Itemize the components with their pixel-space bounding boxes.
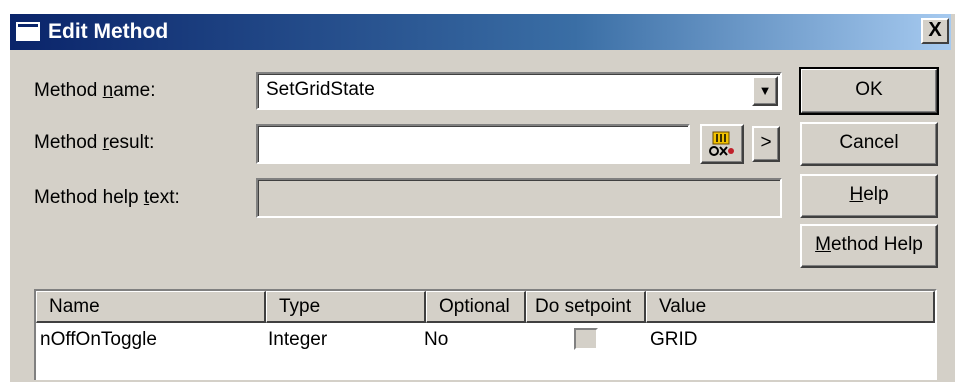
method-help-label: Method Help <box>815 234 923 255</box>
do-setpoint-checkbox[interactable] <box>574 328 598 350</box>
parameters-table[interactable]: Name Type Optional Do setpoint Value nOf… <box>34 289 937 380</box>
window-icon <box>16 22 40 41</box>
cancel-label: Cancel <box>839 132 899 153</box>
method-name-value: SetGridState <box>266 79 375 100</box>
column-header-name[interactable]: Name <box>36 291 266 323</box>
cell-name: nOffOnToggle <box>40 329 157 350</box>
arrow-right-icon: > <box>760 132 772 153</box>
chevron-down-icon: ▼ <box>758 83 772 98</box>
cell-type: Integer <box>268 329 328 350</box>
expression-builder-button[interactable] <box>700 124 744 164</box>
expression-builder-icon <box>709 131 734 156</box>
result-arrow-button[interactable]: > <box>752 126 780 162</box>
cancel-button[interactable]: Cancel <box>800 122 938 166</box>
help-button[interactable]: Help <box>800 174 938 218</box>
cell-value: GRID <box>650 329 698 350</box>
method-help-text-input[interactable] <box>256 178 782 218</box>
column-header-optional[interactable]: Optional <box>426 291 526 323</box>
help-label: Help <box>849 184 889 205</box>
method-result-label: Method result: <box>34 132 155 153</box>
column-header-value[interactable]: Value <box>646 291 935 323</box>
method-help-button[interactable]: Method Help <box>800 224 938 268</box>
method-name-dropdown-button[interactable]: ▼ <box>752 76 778 106</box>
method-name-label: Method name: <box>34 80 156 101</box>
ok-label: OK <box>855 79 883 100</box>
column-header-do-setpoint[interactable]: Do setpoint <box>526 291 646 323</box>
column-header-type[interactable]: Type <box>266 291 426 323</box>
table-row[interactable]: nOffOnToggle Integer No GRID <box>36 325 935 355</box>
title-bar[interactable]: Edit Method <box>10 14 951 50</box>
ok-button[interactable]: OK <box>799 67 939 115</box>
cell-optional: No <box>424 329 449 350</box>
method-help-text-label: Method help text: <box>34 187 180 208</box>
window-title: Edit Method <box>48 20 169 43</box>
method-name-combobox[interactable]: SetGridState ▼ <box>256 72 782 110</box>
close-icon: X <box>928 19 942 41</box>
close-button[interactable]: X <box>921 18 949 44</box>
method-result-input[interactable] <box>256 124 690 164</box>
